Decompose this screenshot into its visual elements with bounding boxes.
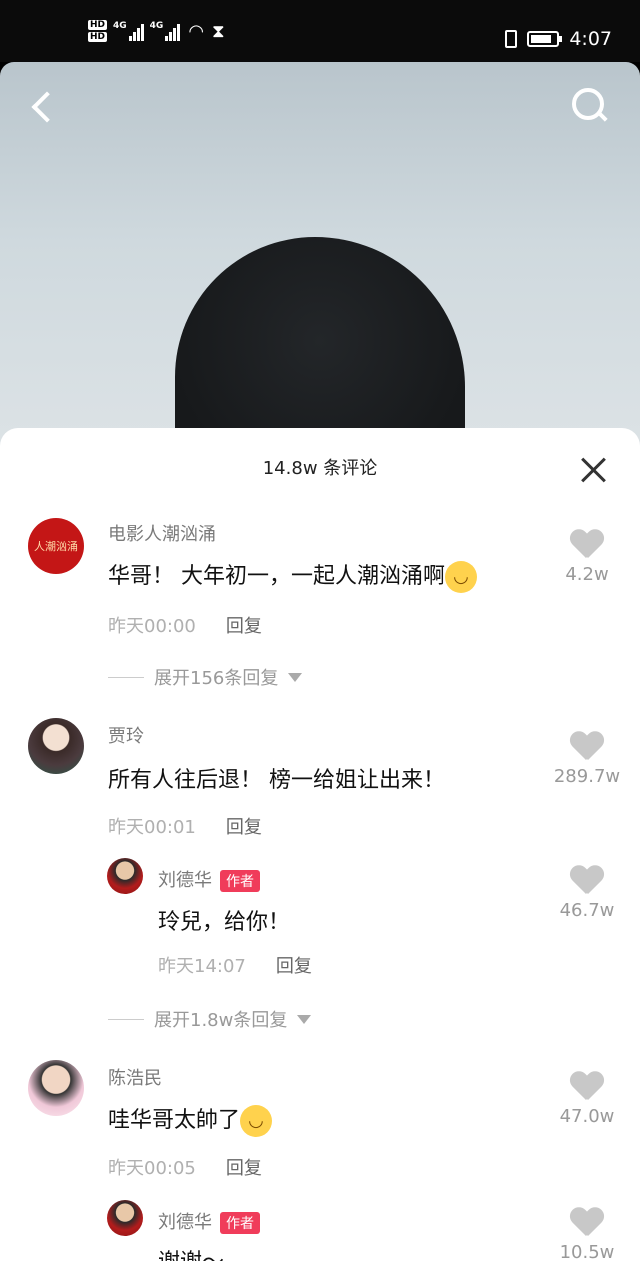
heart-icon <box>570 732 604 762</box>
video-player[interactable] <box>0 62 640 462</box>
author-badge: 作者 <box>220 1212 260 1234</box>
divider-line <box>108 676 144 678</box>
reply-button[interactable]: 回复 <box>226 813 262 839</box>
comment-text: 哇华哥太帥了 ◡ <box>108 1102 273 1137</box>
hd-badge-2: HD <box>88 32 108 42</box>
like-button[interactable]: 47.0w <box>542 1072 632 1127</box>
avatar[interactable] <box>107 858 143 894</box>
like-count: 289.7w <box>553 766 621 787</box>
status-time: 4:07 <box>569 28 612 50</box>
like-count: 4.2w <box>565 564 609 585</box>
triangle-down-icon <box>288 672 303 682</box>
grin-emoji-icon: ◡ <box>445 561 477 593</box>
reply-meta: 昨天14:07 回复 <box>158 952 312 978</box>
hd-badge-1: HD <box>88 20 108 30</box>
like-button[interactable]: 4.2w <box>542 530 632 585</box>
like-count: 46.7w <box>559 900 615 921</box>
heart-icon <box>570 1072 604 1102</box>
network-label-1: 4G <box>113 21 127 31</box>
signal-icon-1: 4G <box>113 21 144 41</box>
like-button[interactable]: 10.5w <box>542 1208 632 1261</box>
reply-username-row: 刘德华 作者 <box>158 1208 260 1234</box>
comment-username[interactable]: 陈浩民 <box>108 1064 162 1090</box>
reply-time: 昨天14:07 <box>158 956 246 977</box>
chevron-left-icon[interactable] <box>28 86 58 126</box>
comment-time: 昨天00:01 <box>108 817 196 838</box>
vibrate-icon <box>505 30 518 48</box>
reply-text: 谢谢～ <box>158 1244 224 1261</box>
signal-icon-2: 4G <box>150 21 181 41</box>
network-label-2: 4G <box>149 21 164 31</box>
reply-username-row: 刘德华 作者 <box>158 866 260 892</box>
wifi-icon: ◠ <box>188 20 205 42</box>
status-left: HD HD 4G 4G ◠ ⧗ <box>88 20 225 42</box>
avatar[interactable] <box>107 1200 143 1236</box>
reply-button[interactable]: 回复 <box>226 1154 262 1180</box>
comment-text-body: 华哥！ 大年初一，一起人潮汹涌啊 <box>108 564 445 589</box>
comment-text-body: 哇华哥太帥了 <box>108 1108 241 1133</box>
comment-meta: 昨天00:01 回复 <box>108 813 262 839</box>
reply-button[interactable]: 回复 <box>276 952 312 978</box>
heart-icon <box>570 866 604 896</box>
avatar-logo-text: 人潮汹涌 <box>34 540 78 553</box>
like-button[interactable]: 46.7w <box>542 866 632 921</box>
like-count: 10.5w <box>559 1242 615 1261</box>
status-bar: HD HD 4G 4G ◠ ⧗ 4:07 <box>0 0 640 62</box>
reply-button[interactable]: 回复 <box>226 612 262 638</box>
comment-time: 昨天00:00 <box>108 616 196 637</box>
hd-badges: HD HD <box>88 20 108 42</box>
reply-text: 玲兒，给你！ <box>158 910 291 935</box>
avatar[interactable] <box>28 1060 84 1116</box>
comment-username[interactable]: 电影人潮汹涌 <box>108 520 216 546</box>
comment-meta: 昨天00:05 回复 <box>108 1154 262 1180</box>
status-right: 4:07 <box>505 28 612 50</box>
avatar[interactable]: 人潮汹涌 <box>28 518 84 574</box>
comment-text: 所有人往后退！ 榜一给姐让出来！ <box>108 768 445 793</box>
comment-username[interactable]: 贾玲 <box>108 722 144 748</box>
hourglass-icon: ⧗ <box>212 20 225 42</box>
expand-replies-button[interactable]: 展开1.8w条回复 <box>108 1006 312 1032</box>
battery-icon <box>527 31 563 47</box>
avatar[interactable] <box>28 718 84 774</box>
divider-line <box>108 1018 144 1020</box>
comment-count-title: 14.8w 条评论 <box>262 458 378 479</box>
comment-panel: 14.8w 条评论 人潮汹涌 电影人潮汹涌 华哥！ 大年初一，一起人潮汹涌啊 ◡ … <box>0 428 640 1261</box>
wink-emoji-icon: ◡ <box>240 1105 273 1137</box>
comment-meta: 昨天00:00 回复 <box>108 612 262 638</box>
triangle-down-icon <box>297 1014 312 1024</box>
expand-replies-button[interactable]: 展开156条回复 <box>108 664 303 690</box>
comment-time: 昨天00:05 <box>108 1158 196 1179</box>
search-icon[interactable] <box>570 86 610 126</box>
like-count: 47.0w <box>559 1106 615 1127</box>
reply-username[interactable]: 刘德华 <box>158 1212 212 1233</box>
expand-replies-label: 展开1.8w条回复 <box>154 1010 288 1031</box>
author-badge: 作者 <box>220 870 260 892</box>
comment-text: 华哥！ 大年初一，一起人潮汹涌啊 ◡ <box>108 558 477 593</box>
heart-icon <box>570 530 604 560</box>
like-button[interactable]: 289.7w <box>542 732 632 787</box>
close-icon[interactable] <box>580 456 608 484</box>
reply-username[interactable]: 刘德华 <box>158 870 212 891</box>
heart-icon <box>570 1208 604 1238</box>
expand-replies-label: 展开156条回复 <box>154 668 279 689</box>
